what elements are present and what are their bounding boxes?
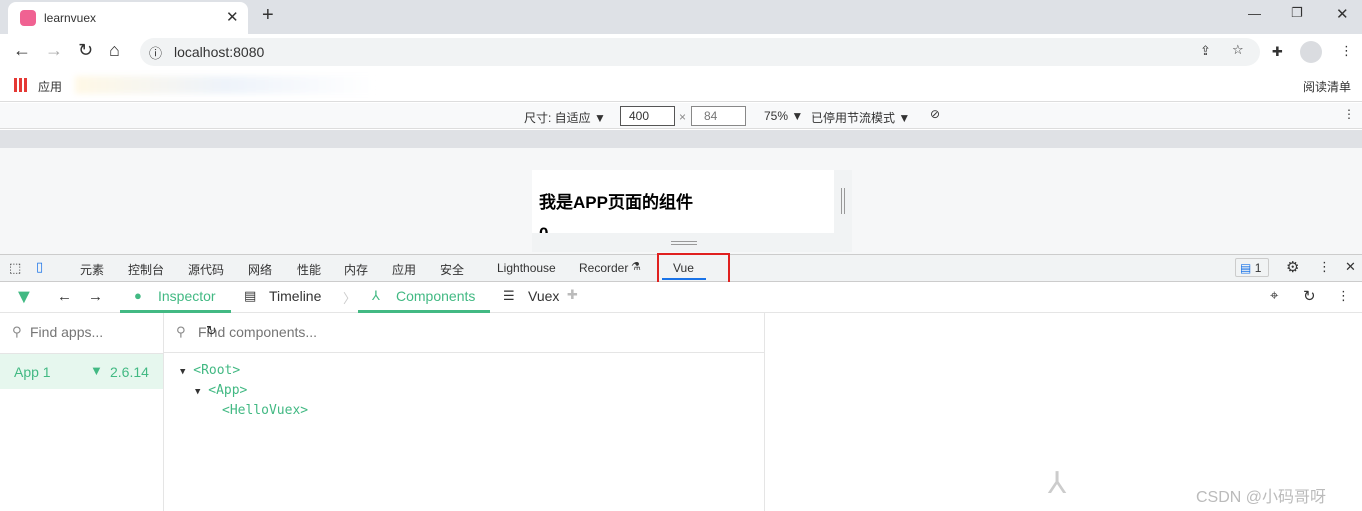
timeline-icon: ▤ bbox=[244, 288, 257, 303]
node-label: <App> bbox=[208, 383, 248, 398]
forward-icon[interactable]: → bbox=[45, 40, 63, 61]
settings-gear-icon[interactable]: ⚙ bbox=[1286, 258, 1299, 276]
devtools-menu-icon[interactable]: ⋮ bbox=[1318, 259, 1331, 275]
bookmark-star-icon[interactable]: ☆ bbox=[1232, 42, 1244, 58]
resize-handle-right[interactable] bbox=[834, 170, 852, 233]
refresh-components-icon[interactable]: ↻ bbox=[206, 323, 217, 339]
resize-handle-bottom[interactable] bbox=[532, 233, 852, 252]
flask-icon: ⚗ bbox=[631, 261, 641, 273]
home-icon[interactable]: ⌂ bbox=[109, 40, 120, 61]
close-tab-icon[interactable]: ✕ bbox=[226, 8, 239, 26]
close-devtools-icon[interactable]: ✕ bbox=[1345, 259, 1356, 275]
minimize-icon[interactable]: — bbox=[1248, 6, 1261, 21]
back-icon[interactable]: ← bbox=[13, 40, 31, 61]
find-apps-input[interactable] bbox=[30, 321, 155, 343]
vue-devtools-nav: ▼ ← → ● Inspector ▤ Timeline 〉 ⅄ Compone… bbox=[0, 282, 1362, 313]
more-icon[interactable]: ⋮ bbox=[1343, 107, 1355, 121]
menu-icon[interactable]: ⋮ bbox=[1340, 43, 1353, 59]
tab-title: learnvuex bbox=[44, 11, 97, 25]
devtools-tabbar: ⬚ ▯ 元素 控制台 源代码 网络 性能 内存 应用 安全 Lighthouse… bbox=[0, 253, 1362, 287]
rotate-icon[interactable]: ⊘ bbox=[930, 107, 940, 121]
new-tab-icon[interactable]: + bbox=[262, 4, 274, 27]
tree-node-root[interactable]: ▼ <Root> bbox=[180, 363, 240, 378]
vue-menu-icon[interactable]: ⋮ bbox=[1337, 288, 1350, 304]
blurred-bookmarks bbox=[75, 76, 375, 94]
plugin-icon[interactable]: ✚ bbox=[567, 287, 578, 303]
find-components-input[interactable] bbox=[198, 321, 598, 343]
page-frame: 我是APP页面的组件 0 bbox=[532, 170, 834, 233]
search-icon: ⚲ bbox=[176, 324, 186, 339]
tree-node-app[interactable]: ▼ <App> bbox=[195, 383, 247, 398]
forward-arrow-icon[interactable]: → bbox=[88, 288, 103, 305]
tab-sources[interactable]: 源代码 bbox=[188, 261, 224, 278]
components-pane: ⚲ ↻ ▼ <Root> ▼ <App> <HelloVuex> bbox=[164, 313, 765, 511]
issues-count: 1 bbox=[1254, 261, 1262, 275]
device-toolbar: 尺寸: 自适应 ▼ 400 × 84 75% ▼ 已停用节流模式 ▼ ⊘ ⋮ bbox=[0, 103, 1362, 129]
close-window-icon[interactable]: ✕ bbox=[1336, 5, 1349, 23]
app-name: App 1 bbox=[14, 364, 51, 380]
counter-value: 0 bbox=[539, 224, 548, 233]
browser-tab[interactable]: learnvuex ✕ bbox=[8, 2, 248, 34]
tab-performance[interactable]: 性能 bbox=[297, 261, 321, 278]
vue-version: 2.6.14 bbox=[110, 364, 149, 380]
reload-icon[interactable]: ↻ bbox=[78, 40, 93, 61]
zoom-dropdown[interactable]: 75% ▼ bbox=[764, 109, 803, 123]
tab-security[interactable]: 安全 bbox=[440, 261, 464, 278]
tab-network[interactable]: 网络 bbox=[248, 261, 272, 278]
app-list-item[interactable]: App 1 ▼ 2.6.14 bbox=[0, 353, 163, 389]
timeline-tab[interactable]: Timeline bbox=[269, 288, 321, 304]
divider bbox=[164, 352, 764, 353]
info-icon: ⓘ bbox=[149, 46, 163, 61]
chevron-right-icon: 〉 bbox=[343, 291, 357, 306]
media-query-ruler[interactable] bbox=[0, 130, 1362, 148]
times-sign: × bbox=[679, 110, 687, 124]
tab-recorder[interactable]: Recorder bbox=[579, 261, 628, 275]
components-tab[interactable]: Components bbox=[396, 288, 475, 304]
tab-memory[interactable]: 内存 bbox=[344, 261, 368, 278]
address-bar[interactable]: ⓘ localhost:8080 ⇪ ☆ bbox=[140, 38, 1260, 66]
inspector-tab[interactable]: Inspector bbox=[158, 288, 216, 304]
issues-icon: ▤ bbox=[1240, 261, 1252, 275]
throttle-dropdown[interactable]: 已停用节流模式 ▼ bbox=[811, 109, 910, 126]
favicon-icon bbox=[20, 10, 36, 26]
watermark: CSDN @小码哥呀 bbox=[1196, 489, 1327, 506]
height-input[interactable]: 84 bbox=[691, 106, 746, 126]
bookmarks-bar: 应用 阅读清单 bbox=[0, 70, 1362, 102]
avatar[interactable] bbox=[1300, 41, 1322, 63]
extensions-icon[interactable]: ✚ bbox=[1272, 44, 1283, 60]
tree-node-hellovuex[interactable]: <HelloVuex> bbox=[222, 403, 308, 418]
vuex-icon: ☰ bbox=[503, 288, 515, 303]
components-icon: ⅄ bbox=[372, 288, 380, 303]
vue-version-icon: ▼ bbox=[90, 363, 103, 378]
tab-strip: learnvuex ✕ + — ❐ ✕ bbox=[0, 0, 1362, 34]
refresh-icon[interactable]: ↻ bbox=[1303, 287, 1316, 305]
width-input[interactable]: 400 bbox=[620, 106, 675, 126]
tab-lighthouse[interactable]: Lighthouse bbox=[497, 261, 556, 275]
vue-logo-icon: ▼ bbox=[14, 286, 34, 308]
back-arrow-icon[interactable]: ← bbox=[57, 288, 72, 305]
apps-label[interactable]: 应用 bbox=[38, 78, 62, 95]
page-heading: 我是APP页面的组件 bbox=[539, 193, 693, 212]
share-icon[interactable]: ⇪ bbox=[1200, 43, 1211, 59]
issues-badge[interactable]: ▤ 1 bbox=[1235, 258, 1269, 277]
reading-list-button[interactable]: 阅读清单 bbox=[1303, 78, 1351, 95]
apps-pane: ⚲ App 1 ▼ 2.6.14 bbox=[0, 313, 164, 511]
node-label: <Root> bbox=[193, 363, 241, 378]
vuex-tab[interactable]: Vuex bbox=[528, 288, 559, 304]
tab-console[interactable]: 控制台 bbox=[128, 261, 164, 278]
target-icon[interactable]: ⌖ bbox=[1270, 287, 1278, 304]
restore-icon[interactable]: ❐ bbox=[1291, 5, 1303, 21]
tab-elements[interactable]: 元素 bbox=[80, 261, 104, 278]
search-icon: ⚲ bbox=[12, 324, 22, 339]
apps-grid-icon[interactable] bbox=[14, 78, 28, 92]
tab-application[interactable]: 应用 bbox=[392, 261, 416, 278]
device-toggle-icon[interactable]: ▯ bbox=[36, 259, 43, 275]
components-placeholder-icon: ⅄ bbox=[1048, 467, 1067, 500]
compass-icon: ● bbox=[134, 288, 142, 303]
url-text: localhost:8080 bbox=[174, 44, 265, 60]
size-dropdown[interactable]: 尺寸: 自适应 ▼ bbox=[524, 109, 606, 126]
inspect-element-icon[interactable]: ⬚ bbox=[9, 260, 21, 276]
